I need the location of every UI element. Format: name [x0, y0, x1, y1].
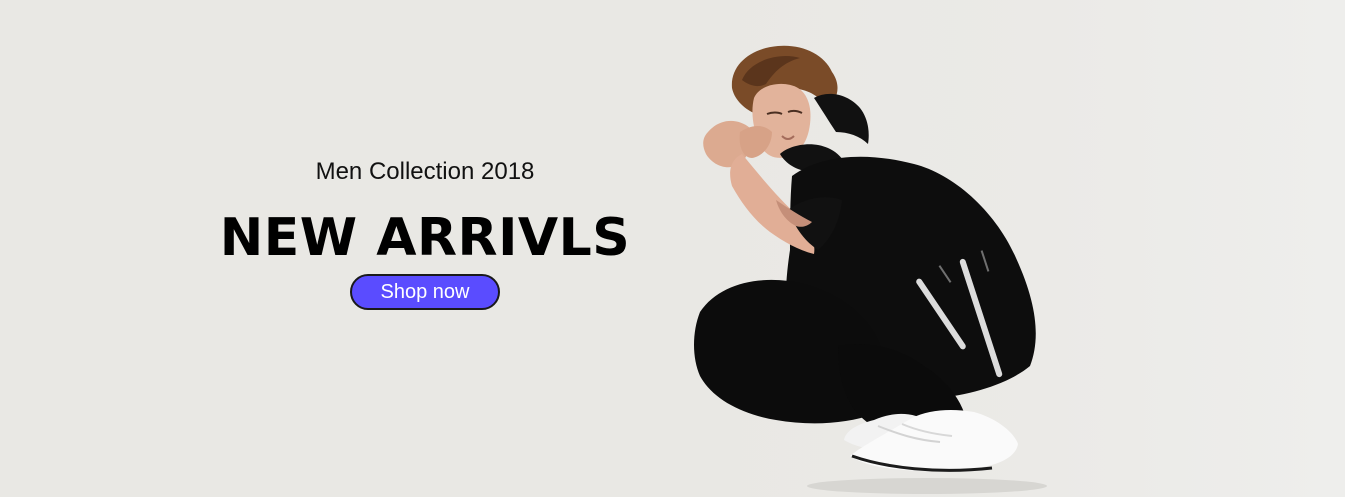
shop-now-button[interactable]: Shop now	[350, 274, 500, 310]
hero-headline: NEW ARRIVLS	[219, 208, 631, 268]
hero-subtitle: Men Collection 2018	[315, 158, 535, 185]
hero-banner: Men Collection 2018 NEW ARRIVLS Shop now	[0, 0, 1345, 497]
model-image	[692, 36, 1072, 496]
